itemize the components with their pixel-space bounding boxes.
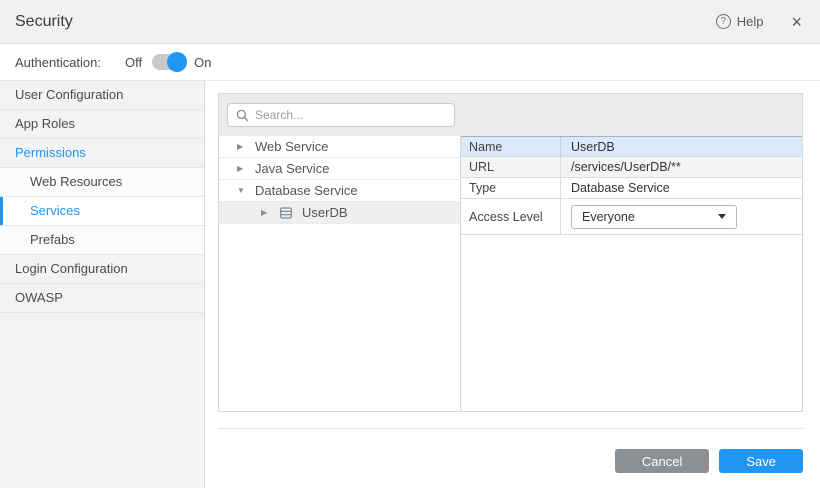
security-dialog: Security ? Help × Authentication: Off On…: [0, 0, 820, 488]
tree-item-label: Java Service: [255, 161, 329, 176]
search-strip: [219, 94, 802, 136]
tree-item-java-service[interactable]: ▶ Java Service: [219, 158, 460, 180]
sidebar-item-services[interactable]: Services: [0, 197, 204, 226]
panel-content: ▶ Web Service ▶ Java Service ▼ Database …: [219, 136, 802, 411]
row-value: Database Service: [561, 178, 802, 198]
row-label: Name: [461, 137, 561, 156]
row-label: Type: [461, 178, 561, 198]
chevron-right-icon[interactable]: ▶: [261, 209, 270, 217]
sidebar-item-permissions[interactable]: Permissions: [0, 139, 204, 168]
authentication-bar: Authentication: Off On: [0, 44, 820, 81]
row-value: UserDB: [561, 137, 802, 156]
chevron-down-icon[interactable]: ▼: [237, 187, 246, 195]
table-row-url: URL /services/UserDB/**: [461, 157, 802, 178]
dialog-body: User Configuration App Roles Permissions…: [0, 81, 820, 488]
service-tree: ▶ Web Service ▶ Java Service ▼ Database …: [219, 136, 461, 411]
authentication-toggle[interactable]: [152, 54, 184, 70]
cancel-button[interactable]: Cancel: [615, 449, 709, 473]
page-title: Security: [15, 13, 716, 31]
sidebar-item-prefabs[interactable]: Prefabs: [0, 226, 204, 255]
search-icon: [236, 109, 249, 122]
row-label: URL: [461, 157, 561, 177]
toggle-on-label: On: [194, 55, 211, 70]
table-row-access-level: Access Level Everyone: [461, 199, 802, 235]
service-details: Name UserDB URL /services/UserDB/** Type…: [461, 136, 802, 411]
services-panel: ▶ Web Service ▶ Java Service ▼ Database …: [218, 93, 803, 412]
main-content: ▶ Web Service ▶ Java Service ▼ Database …: [205, 81, 820, 488]
sidebar-item-owasp[interactable]: OWASP: [0, 284, 204, 313]
sidebar-item-login-configuration[interactable]: Login Configuration: [0, 255, 204, 284]
help-icon: ?: [716, 14, 731, 29]
tree-item-web-service[interactable]: ▶ Web Service: [219, 136, 460, 158]
row-value: /services/UserDB/**: [561, 157, 802, 177]
tree-item-database-service[interactable]: ▼ Database Service: [219, 180, 460, 202]
toggle-knob: [167, 52, 187, 72]
table-row-name: Name UserDB: [461, 136, 802, 157]
tree-item-label: Database Service: [255, 183, 358, 198]
table-row-type: Type Database Service: [461, 178, 802, 199]
search-input[interactable]: [255, 108, 446, 122]
chevron-right-icon[interactable]: ▶: [237, 165, 246, 173]
authentication-label: Authentication:: [15, 55, 101, 70]
footer: Cancel Save: [218, 429, 803, 487]
sidebar: User Configuration App Roles Permissions…: [0, 81, 205, 488]
search-box: [227, 103, 455, 127]
chevron-right-icon[interactable]: ▶: [237, 143, 246, 151]
sidebar-item-web-resources[interactable]: Web Resources: [0, 168, 204, 197]
database-icon: [279, 206, 293, 220]
access-level-dropdown[interactable]: Everyone: [571, 205, 737, 229]
tree-item-userdb[interactable]: ▶ UserDB: [219, 202, 460, 224]
row-value: Everyone: [561, 199, 802, 234]
sidebar-item-app-roles[interactable]: App Roles: [0, 110, 204, 139]
row-label: Access Level: [461, 199, 561, 234]
tree-item-label: UserDB: [302, 205, 348, 220]
sidebar-item-user-configuration[interactable]: User Configuration: [0, 81, 204, 110]
toggle-off-label: Off: [125, 55, 142, 70]
access-level-value: Everyone: [582, 210, 635, 224]
dropdown-caret-icon: [718, 214, 726, 219]
title-bar: Security ? Help ×: [0, 0, 820, 44]
help-button[interactable]: ? Help: [716, 14, 764, 29]
tree-item-label: Web Service: [255, 139, 328, 154]
close-icon[interactable]: ×: [791, 13, 802, 31]
help-label: Help: [737, 14, 764, 29]
save-button[interactable]: Save: [719, 449, 803, 473]
